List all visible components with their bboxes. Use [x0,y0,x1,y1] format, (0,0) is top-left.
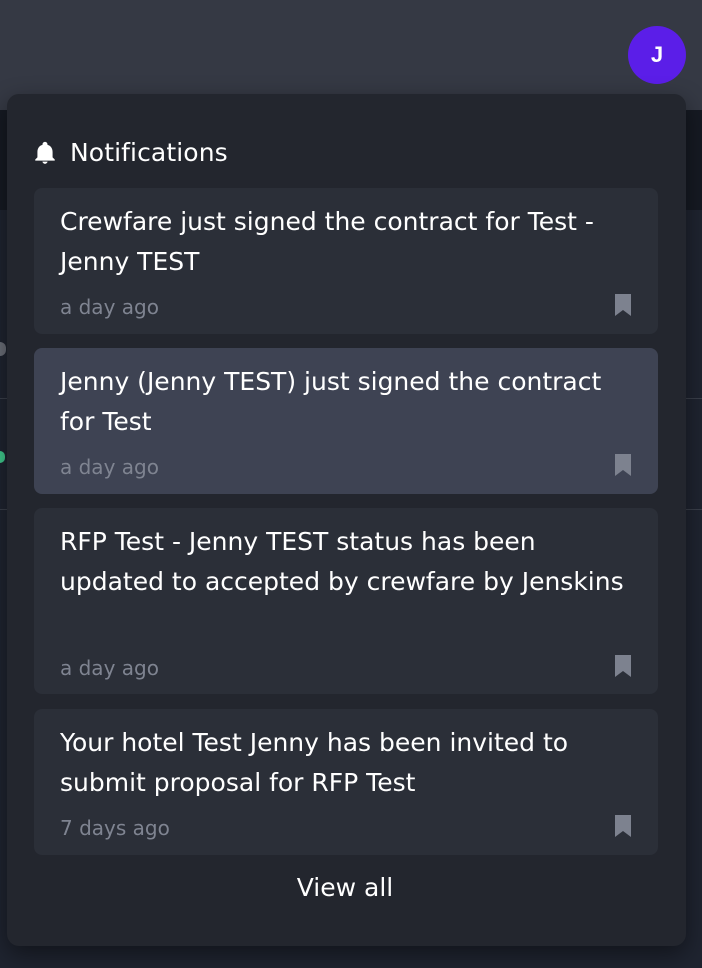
notification-timestamp: a day ago [60,455,159,479]
notification-message: RFP Test - Jenny TEST status has been up… [60,527,624,596]
notifications-title: Notifications [70,138,228,167]
notifications-dropdown: Notifications Crewfare just signed the c… [7,94,686,946]
notification-timestamp: a day ago [60,656,159,680]
user-avatar-button[interactable]: J [628,26,686,84]
notification-item-active[interactable]: Jenny (Jenny TEST) just signed the contr… [34,348,658,494]
notification-timestamp: 7 days ago [60,816,170,840]
bell-icon [32,140,58,166]
notification-message: Crewfare just signed the contract for Te… [60,207,594,276]
notification-item[interactable]: Your hotel Test Jenny has been invited t… [34,709,658,855]
notification-message: Your hotel Test Jenny has been invited t… [60,728,569,797]
notification-message: Jenny (Jenny TEST) just signed the contr… [60,367,602,436]
notifications-header: Notifications [32,136,228,170]
notification-item[interactable]: RFP Test - Jenny TEST status has been up… [34,508,658,694]
view-all-link[interactable]: View all [293,870,397,906]
notification-item[interactable]: Crewfare just signed the contract for Te… [34,188,658,334]
app-background: J Notifications Crewfare just signed the… [0,0,702,968]
notification-timestamp: a day ago [60,295,159,319]
